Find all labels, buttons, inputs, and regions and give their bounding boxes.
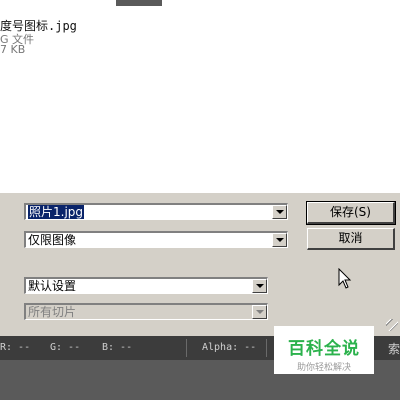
filename-dropdown-button[interactable]: [272, 205, 287, 219]
save-button[interactable]: 保存(S): [306, 201, 396, 225]
watermark-logo: 百科全说 助你轻松解决: [274, 326, 374, 374]
save-dialog-panel: 照片1.jpg 仅限图像 保存(S) 取消 默认设置 所有切片: [0, 192, 400, 337]
settings-dropdown-button[interactable]: [252, 279, 267, 293]
status-right-text: 索: [388, 342, 400, 356]
watermark-subtitle: 助你轻松解决: [296, 363, 351, 373]
file-size: 7 KB: [0, 43, 26, 56]
cancel-button[interactable]: 取消: [307, 228, 395, 250]
status-divider: [186, 339, 187, 357]
file-list[interactable]: 度号图标.jpg G 文件 7 KB: [0, 0, 400, 192]
mouse-cursor-icon: [338, 268, 352, 289]
watermark-title: 百科全说: [288, 339, 360, 359]
status-divider: [266, 339, 267, 357]
settings-select[interactable]: 默认设置: [24, 277, 268, 294]
slices-select: 所有切片: [24, 303, 268, 320]
format-value: 仅限图像: [28, 233, 77, 247]
file-thumbnail[interactable]: [116, 0, 162, 6]
status-alpha: Alpha: --: [202, 342, 257, 353]
status-b: B: --: [102, 342, 133, 353]
settings-value: 默认设置: [28, 279, 77, 293]
filename-input[interactable]: 照片1.jpg: [24, 203, 288, 220]
slices-value: 所有切片: [28, 305, 77, 319]
format-select[interactable]: 仅限图像: [24, 231, 288, 248]
slices-dropdown-button: [252, 305, 267, 319]
format-dropdown-button[interactable]: [272, 233, 287, 247]
status-r: R: --: [0, 342, 31, 353]
resize-grip[interactable]: [386, 319, 398, 331]
status-g: G: --: [50, 342, 81, 353]
filename-value: 照片1.jpg: [28, 205, 85, 219]
